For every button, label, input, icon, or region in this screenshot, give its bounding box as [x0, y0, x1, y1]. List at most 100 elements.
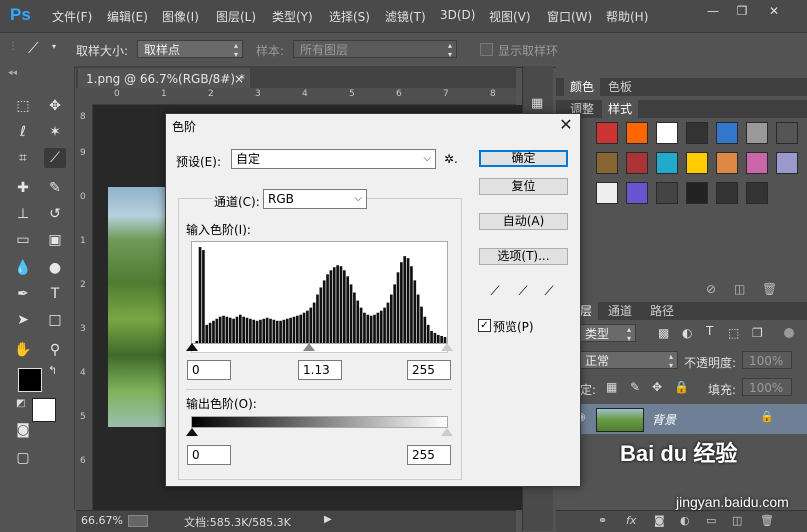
- blur-tool-icon[interactable]: 💧: [12, 258, 34, 278]
- delete-style-icon[interactable]: 🗑: [762, 282, 777, 296]
- tab-styles[interactable]: 样式: [602, 100, 639, 118]
- style-swatch[interactable]: [626, 152, 648, 174]
- lock-position-icon[interactable]: ✥: [652, 380, 662, 394]
- filter-smart-icon[interactable]: ❐: [752, 326, 763, 340]
- pen-tool-icon[interactable]: ✒: [12, 284, 34, 304]
- eyedropper-tool-icon[interactable]: ⟋: [44, 148, 66, 168]
- style-swatch[interactable]: [686, 122, 708, 144]
- sample-size-select[interactable]: 取样点 ▴ ▾: [137, 40, 243, 59]
- status-menu-arrow-icon[interactable]: ▶: [324, 514, 332, 525]
- black-eyedropper-icon[interactable]: ⟋: [486, 283, 504, 301]
- hand-tool-icon[interactable]: ✋: [12, 340, 34, 360]
- preset-options-gear-icon[interactable]: ✲.: [444, 152, 458, 166]
- delete-layer-icon[interactable]: 🗑: [760, 514, 774, 527]
- filter-shape-icon[interactable]: ⬚: [728, 326, 739, 340]
- move-tool-icon[interactable]: ✥: [44, 96, 66, 116]
- restore-button[interactable]: ❐: [732, 4, 752, 18]
- input-black-field[interactable]: 0: [187, 360, 231, 380]
- style-swatch[interactable]: [686, 182, 708, 204]
- layer-name[interactable]: 背景: [652, 411, 676, 428]
- style-swatch[interactable]: [596, 152, 618, 174]
- crop-tool-icon[interactable]: ⌗: [12, 148, 34, 168]
- screen-mode-icon[interactable]: ▢: [12, 448, 34, 468]
- quick-mask-icon[interactable]: ◙: [12, 420, 34, 440]
- magic-wand-tool-icon[interactable]: ✶: [44, 122, 66, 142]
- filter-type-icon[interactable]: T: [706, 324, 713, 338]
- close-icon[interactable]: ✕: [556, 116, 576, 134]
- style-swatch[interactable]: [746, 182, 768, 204]
- marquee-tool-icon[interactable]: ⬚: [12, 96, 34, 116]
- show-ring-checkbox[interactable]: [480, 43, 493, 56]
- filter-toggle-icon[interactable]: [784, 328, 794, 338]
- eraser-tool-icon[interactable]: ▭: [12, 230, 34, 250]
- channel-select[interactable]: RGB ⌵: [263, 189, 367, 209]
- style-swatch[interactable]: [626, 182, 648, 204]
- style-swatch[interactable]: [626, 122, 648, 144]
- menu-filter[interactable]: 滤镜(T): [385, 8, 426, 25]
- fill-input[interactable]: 100%: [742, 378, 792, 396]
- rectangle-tool-icon[interactable]: □: [44, 310, 66, 330]
- history-panel-icon[interactable]: ▦: [531, 96, 543, 111]
- menu-3d[interactable]: 3D(D): [440, 8, 475, 22]
- adjustment-layer-icon[interactable]: ◐: [680, 514, 690, 527]
- add-mask-icon[interactable]: ◙: [654, 514, 665, 527]
- blend-mode-select[interactable]: 正常 ▴ ▾: [578, 351, 678, 370]
- menu-type[interactable]: 类型(Y): [272, 8, 313, 25]
- reset-button[interactable]: 复位: [479, 178, 568, 195]
- input-gamma-slider[interactable]: [303, 343, 315, 351]
- lock-all-icon[interactable]: 🔒: [674, 380, 689, 394]
- lock-transparent-icon[interactable]: ▦: [606, 380, 617, 394]
- menu-file[interactable]: 文件(F): [52, 8, 92, 25]
- new-group-icon[interactable]: ▭: [706, 514, 716, 527]
- input-black-slider[interactable]: [186, 343, 198, 351]
- dodge-tool-icon[interactable]: ●: [44, 258, 66, 278]
- stamp-tool-icon[interactable]: ⊥: [12, 204, 34, 224]
- options-button[interactable]: 选项(T)...: [479, 248, 568, 265]
- input-white-slider[interactable]: [441, 343, 453, 351]
- menu-window[interactable]: 窗口(W): [547, 8, 592, 25]
- output-black-field[interactable]: 0: [187, 445, 231, 465]
- layer-filter-select[interactable]: 类型 ▴ ▾: [578, 324, 636, 343]
- style-swatch[interactable]: [716, 152, 738, 174]
- menu-view[interactable]: 视图(V): [489, 8, 531, 25]
- gray-eyedropper-icon[interactable]: ⟋: [514, 283, 532, 301]
- history-brush-tool-icon[interactable]: ↺: [44, 204, 66, 224]
- link-layers-icon[interactable]: ⚭: [598, 514, 607, 527]
- new-style-icon[interactable]: ◫: [734, 282, 745, 296]
- tab-paths[interactable]: 路径: [644, 302, 680, 320]
- style-swatch[interactable]: [656, 182, 678, 204]
- sample-select[interactable]: 所有图层 ▴ ▾: [293, 40, 457, 59]
- style-swatch[interactable]: [746, 122, 768, 144]
- tab-swatches[interactable]: 色板: [602, 78, 638, 96]
- document-tab[interactable]: 1.png @ 66.7%(RGB/8#) * ×: [78, 68, 250, 90]
- menu-select[interactable]: 选择(S): [329, 8, 370, 25]
- style-swatch[interactable]: [686, 152, 708, 174]
- style-swatch[interactable]: [656, 152, 678, 174]
- input-white-field[interactable]: 255: [407, 360, 451, 380]
- style-swatch[interactable]: [776, 122, 798, 144]
- collapse-icon[interactable]: ◂◂: [8, 68, 17, 78]
- output-white-slider[interactable]: [441, 428, 453, 436]
- tool-preset-chevron-icon[interactable]: ▾: [52, 42, 56, 51]
- brush-tool-icon[interactable]: ✎: [44, 178, 66, 198]
- output-white-field[interactable]: 255: [407, 445, 451, 465]
- close-window-button[interactable]: ✕: [764, 4, 784, 18]
- filter-adjust-icon[interactable]: ◐: [682, 326, 692, 340]
- tab-channels[interactable]: 通道: [602, 302, 638, 320]
- menu-layer[interactable]: 图层(L): [216, 8, 256, 25]
- preview-checkbox[interactable]: ✓: [478, 319, 491, 332]
- foreground-color-swatch[interactable]: [18, 368, 42, 392]
- style-swatch[interactable]: [596, 182, 618, 204]
- white-eyedropper-icon[interactable]: ⟋: [540, 283, 558, 301]
- gradient-tool-icon[interactable]: ▣: [44, 230, 66, 250]
- ok-button[interactable]: 确定: [479, 150, 568, 167]
- opacity-input[interactable]: 100%: [742, 351, 792, 369]
- new-layer-icon[interactable]: ◫: [732, 514, 742, 527]
- swap-colors-icon[interactable]: ↰: [48, 364, 57, 377]
- style-swatch[interactable]: [656, 122, 678, 144]
- zoom-tool-icon[interactable]: ⚲: [44, 340, 66, 360]
- input-gamma-field[interactable]: 1.13: [298, 360, 342, 380]
- minimize-button[interactable]: —: [703, 4, 723, 18]
- style-swatch[interactable]: [716, 122, 738, 144]
- close-tab-icon[interactable]: ×: [234, 68, 244, 90]
